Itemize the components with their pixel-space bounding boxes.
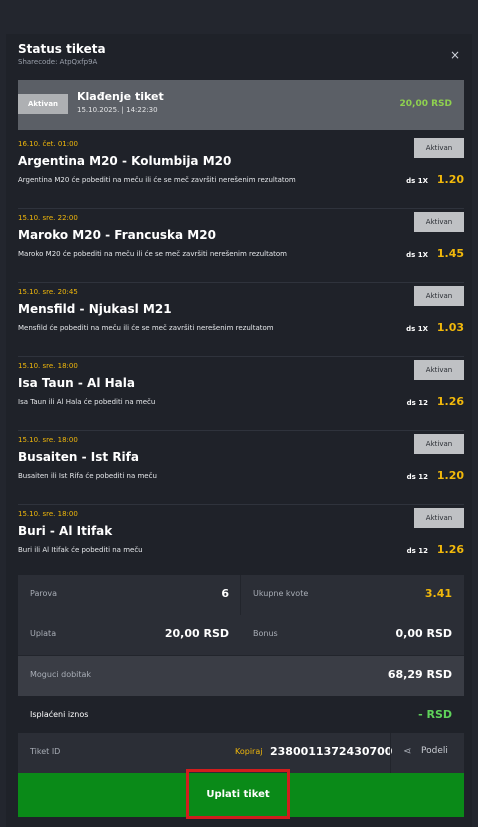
share-label: Podeli	[421, 746, 448, 756]
bet-odds: 1.26	[436, 395, 464, 408]
pairs-value: 6	[221, 587, 229, 600]
bet-type: ds 1X	[406, 251, 428, 259]
possible-win-row: Moguci dobitak 68,29 RSD	[18, 655, 464, 696]
match-status-badge: Aktivan	[414, 286, 464, 306]
bet-odds: 1.26	[436, 543, 464, 556]
modal-title: Status tiketa	[18, 42, 106, 56]
bet-odds: 1.20	[436, 469, 464, 482]
stake-label: Uplata	[30, 629, 57, 638]
total-odds-value: 3.41	[424, 587, 452, 600]
bonus-label: Bonus	[253, 629, 278, 638]
match-description: Busaiten ili Ist Rifa će pobediti na meč…	[18, 472, 157, 480]
match-status-badge: Aktivan	[414, 212, 464, 232]
match-row: 15.10. sre. 22:00 Maroko M20 - Francuska…	[18, 208, 464, 283]
ticket-type: Klađenje tiket	[77, 90, 164, 103]
match-name: Mensfild - Njukasl M21	[18, 302, 172, 316]
match-time: 16.10. čet. 01:00	[18, 140, 79, 148]
stake-value: 20,00 RSD	[164, 627, 229, 640]
match-name: Buri - Al Itifak	[18, 524, 113, 538]
match-row: 15.10. sre. 18:00 Busaiten - Ist Rifa Bu…	[18, 430, 464, 505]
match-description: Argentina M20 će pobediti na meču ili će…	[18, 176, 296, 184]
match-description: Mensfild će pobediti na meču ili će se m…	[18, 324, 274, 332]
bet-odds: 1.45	[436, 247, 464, 260]
match-time: 15.10. sre. 18:00	[18, 436, 78, 444]
bonus-value: 0,00 RSD	[395, 627, 453, 640]
ticket-status-modal: Status tiketa Sharecode: AtpQxfp9A × Akt…	[6, 34, 472, 827]
match-row: 15.10. sre. 20:45 Mensfild - Njukasl M21…	[18, 282, 464, 357]
pay-bar: Uplati tiket	[18, 769, 464, 819]
ticket-id-row: Tiket ID Kopiraj 2380011372430700 ⋖ Pode…	[18, 733, 464, 773]
stake-cell: Uplata 20,00 RSD	[18, 615, 241, 655]
match-name: Isa Taun - Al Hala	[18, 376, 135, 390]
bet-odds: 1.20	[436, 173, 464, 186]
match-row: 16.10. čet. 01:00 Argentina M20 - Kolumb…	[18, 134, 464, 209]
match-name: Maroko M20 - Francuska M20	[18, 228, 216, 242]
ticket-id-label: Tiket ID	[30, 747, 61, 756]
ticket-summary: Aktivan Klađenje tiket 15.10.2025. | 14:…	[18, 80, 464, 130]
match-row: 15.10. sre. 18:00 Buri - Al Itifak Buri …	[18, 504, 464, 578]
match-status-badge: Aktivan	[414, 434, 464, 454]
match-description: Maroko M20 će pobediti na meču ili će se…	[18, 250, 287, 258]
match-row: 15.10. sre. 18:00 Isa Taun - Al Hala Isa…	[18, 356, 464, 431]
possible-win-cell: Moguci dobitak 68,29 RSD	[18, 656, 464, 696]
paid-out-value: - RSD	[418, 708, 452, 721]
match-name: Argentina M20 - Kolumbija M20	[18, 154, 232, 168]
match-status-badge: Aktivan	[414, 360, 464, 380]
pairs-cell: Parova 6	[18, 575, 241, 615]
close-icon[interactable]: ×	[450, 48, 460, 62]
copy-button[interactable]: Kopiraj	[235, 747, 262, 756]
match-status-badge: Aktivan	[414, 508, 464, 528]
match-time: 15.10. sre. 20:45	[18, 288, 78, 296]
pairs-label: Parova	[30, 589, 58, 598]
status-badge: Aktivan	[18, 94, 68, 114]
stats-row: Uplata 20,00 RSD Bonus 0,00 RSD	[18, 615, 464, 655]
bet-type: ds 12	[406, 473, 428, 481]
share-icon: ⋖	[403, 746, 412, 757]
total-odds-cell: Ukupne kvote 3.41	[241, 575, 464, 615]
bet-type: ds 12	[406, 547, 428, 555]
match-time: 15.10. sre. 18:00	[18, 362, 78, 370]
match-status-badge: Aktivan	[414, 138, 464, 158]
stats-row: Parova 6 Ukupne kvote 3.41	[18, 575, 464, 655]
match-time: 15.10. sre. 18:00	[18, 510, 78, 518]
match-time: 15.10. sre. 22:00	[18, 214, 78, 222]
ticket-stats: Parova 6 Ukupne kvote 3.41 Uplata 20,00 …	[18, 575, 464, 736]
share-button[interactable]: ⋖ Podeli	[390, 733, 465, 773]
sharecode: Sharecode: AtpQxfp9A	[18, 58, 98, 66]
total-odds-label: Ukupne kvote	[253, 589, 309, 598]
bet-type: ds 1X	[406, 325, 428, 333]
paid-out-cell: Isplaćeni iznos - RSD	[18, 696, 464, 736]
match-name: Busaiten - Ist Rifa	[18, 450, 139, 464]
ticket-amount: 20,00 RSD	[399, 99, 452, 109]
bet-odds: 1.03	[436, 321, 464, 334]
ticket-date: 15.10.2025. | 14:22:30	[77, 106, 158, 114]
match-description: Isa Taun ili Al Hala će pobediti na meču	[18, 398, 156, 406]
pay-ticket-button[interactable]: Uplati tiket	[186, 769, 290, 819]
ticket-id-value: 2380011372430700	[270, 745, 393, 758]
possible-win-label: Moguci dobitak	[30, 670, 92, 679]
possible-win-value: 68,29 RSD	[387, 668, 452, 681]
paid-out-row: Isplaćeni iznos - RSD	[18, 696, 464, 736]
match-description: Buri ili Al Itifak će pobediti na meču	[18, 546, 143, 554]
bet-type: ds 12	[406, 399, 428, 407]
bonus-cell: Bonus 0,00 RSD	[241, 615, 464, 655]
paid-out-label: Isplaćeni iznos	[30, 710, 89, 719]
bet-type: ds 1X	[406, 177, 428, 185]
